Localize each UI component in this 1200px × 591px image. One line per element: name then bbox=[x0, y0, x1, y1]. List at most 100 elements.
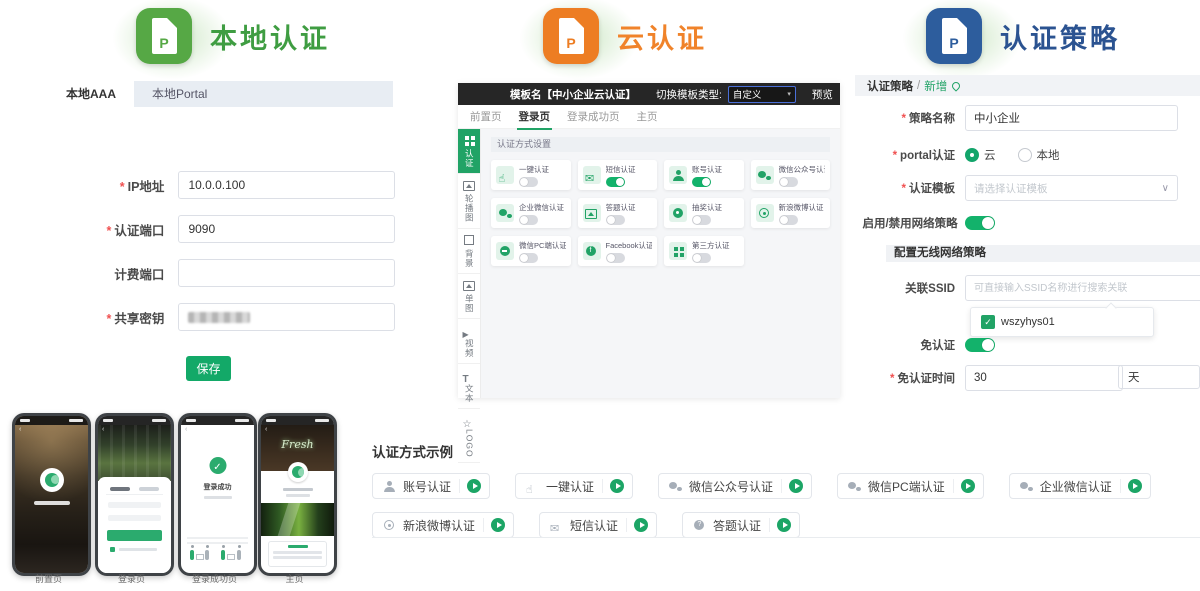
form-field-row: *IP地址 10.0.0.100 bbox=[35, 172, 395, 198]
auth-method-toggle[interactable] bbox=[692, 253, 711, 263]
divider bbox=[602, 479, 603, 493]
auth-example-icon bbox=[383, 480, 396, 493]
auth-example-icon bbox=[383, 519, 396, 532]
auth-method-icon-tile bbox=[583, 166, 601, 184]
auth-example-button[interactable]: 企业微信认证 bbox=[1009, 473, 1151, 499]
login-input-placeholder bbox=[108, 502, 161, 508]
switch-type-label: 切换模板类型: bbox=[656, 87, 722, 102]
auth-method-label: 第三方认证 bbox=[692, 240, 730, 251]
auth-example-button[interactable]: 新浪微博认证 bbox=[372, 512, 514, 538]
auth-template-select[interactable]: 请选择认证模板 ∨ bbox=[965, 175, 1178, 201]
auth-method-icon bbox=[672, 245, 685, 258]
phone-label: 前置页 bbox=[9, 572, 88, 585]
local-tab[interactable]: 本地Portal bbox=[134, 81, 225, 107]
auth-method-icon-tile bbox=[756, 204, 774, 222]
radio-option[interactable]: 云 bbox=[965, 147, 996, 163]
auth-method-toggle[interactable] bbox=[692, 215, 711, 225]
text-input[interactable]: 10.0.0.100 bbox=[178, 171, 395, 199]
editor-sidebar-item[interactable]: 文本 bbox=[458, 364, 480, 409]
policy-name-row: *策略名称 bbox=[855, 105, 1178, 131]
play-icon[interactable] bbox=[610, 479, 624, 493]
editor-sidebar-item[interactable]: 认证 bbox=[458, 129, 480, 174]
free-auth-toggle[interactable] bbox=[965, 338, 995, 352]
local-tabbar: 本地AAA本地Portal bbox=[48, 81, 393, 107]
editor-sidebar-item[interactable]: 视频 bbox=[458, 319, 480, 364]
sidebar-item-icon bbox=[463, 179, 476, 192]
radio-option[interactable]: 本地 bbox=[1018, 147, 1060, 163]
auth-example-button[interactable]: 答题认证 bbox=[682, 512, 800, 538]
success-subtext-placeholder bbox=[204, 496, 232, 499]
auth-method-label: 抽奖认证 bbox=[692, 202, 722, 213]
play-icon[interactable] bbox=[491, 518, 505, 532]
enable-policy-toggle[interactable] bbox=[965, 216, 995, 230]
editor-sidebar-item[interactable]: 单图 bbox=[458, 274, 480, 319]
play-icon[interactable] bbox=[789, 479, 803, 493]
auth-method-label: 微信公众号认证 bbox=[779, 164, 826, 175]
editor-tab[interactable]: 主页 bbox=[637, 109, 658, 124]
wireless-section-title: 配置无线网络策略 bbox=[886, 245, 1200, 262]
save-button[interactable]: 保存 bbox=[186, 356, 231, 381]
text-input[interactable] bbox=[178, 259, 395, 287]
radio-label: 云 bbox=[984, 147, 996, 163]
sidebar-item-icon bbox=[463, 279, 476, 292]
success-check-icon bbox=[209, 457, 226, 474]
template-name: 模板名【中小企业云认证】 bbox=[510, 87, 636, 102]
play-icon[interactable] bbox=[634, 518, 648, 532]
local-auth-header: P 本地认证 bbox=[136, 8, 330, 64]
radio-icon[interactable] bbox=[1018, 148, 1032, 162]
auth-example-label: 短信认证 bbox=[570, 517, 618, 534]
success-text: 登录成功 bbox=[181, 482, 254, 492]
auth-method-toggle[interactable] bbox=[606, 253, 625, 263]
sidebar-item-label: 认证 bbox=[465, 149, 474, 168]
auth-method-toggle[interactable] bbox=[519, 215, 538, 225]
policy-name-input[interactable] bbox=[965, 105, 1178, 131]
auth-method-label: 企业微信认证 bbox=[519, 202, 564, 213]
editor-tab[interactable]: 登录成功页 bbox=[567, 109, 620, 124]
cloud-auth-header: P 云认证 bbox=[543, 8, 707, 64]
back-arrow-icon: ‹ bbox=[19, 426, 21, 433]
auth-method-toggle[interactable] bbox=[692, 177, 711, 187]
text-input[interactable] bbox=[178, 303, 395, 331]
breadcrumb-root[interactable]: 认证策略 bbox=[867, 78, 913, 94]
play-icon[interactable] bbox=[467, 479, 481, 493]
free-time-label: 免认证时间 bbox=[898, 373, 956, 385]
auth-example-button[interactable]: 微信PC端认证 bbox=[837, 473, 984, 499]
play-icon[interactable] bbox=[1128, 479, 1142, 493]
auth-example-button[interactable]: 一键认证 bbox=[515, 473, 633, 499]
auth-method-toggle[interactable] bbox=[779, 177, 798, 187]
auth-method-toggle[interactable] bbox=[519, 253, 538, 263]
play-icon[interactable] bbox=[777, 518, 791, 532]
phone-mockup-login: ‹ bbox=[95, 413, 174, 576]
editor-tab[interactable]: 登录页 bbox=[519, 109, 551, 124]
text-input[interactable]: 9090 bbox=[178, 215, 395, 243]
auth-method-toggle[interactable] bbox=[779, 215, 798, 225]
cloud-auth-app-icon: P bbox=[543, 8, 599, 64]
preview-button[interactable]: 预览 bbox=[812, 87, 833, 102]
ssid-label: 关联SSID bbox=[905, 283, 955, 295]
document-icon: P bbox=[152, 18, 177, 54]
template-type-select[interactable]: 自定义 ▾ bbox=[728, 86, 796, 103]
local-tab[interactable]: 本地AAA bbox=[48, 81, 134, 107]
editor-tab[interactable]: 前置页 bbox=[470, 109, 502, 124]
play-icon[interactable] bbox=[961, 479, 975, 493]
auth-method-toggle[interactable] bbox=[606, 177, 625, 187]
ssid-checkbox[interactable] bbox=[981, 315, 995, 329]
portal-auth-row: *portal认证 云 本地 bbox=[855, 147, 1060, 163]
ssid-search-input[interactable] bbox=[965, 275, 1200, 301]
examples-list: 账号认证 一键认证 微信公众号认证 微信PC端认证 企业微信认证 新浪微博认证 … bbox=[372, 473, 1200, 538]
auth-example-button[interactable]: 微信公众号认证 bbox=[658, 473, 812, 499]
editor-sidebar-item[interactable]: 轮播图 bbox=[458, 174, 480, 229]
radio-icon[interactable] bbox=[965, 148, 979, 162]
free-time-input[interactable] bbox=[965, 365, 1123, 391]
ssid-option[interactable]: wszyhys01 bbox=[1001, 316, 1055, 328]
divider bbox=[483, 518, 484, 532]
auth-methods-section-title: 认证方式设置 bbox=[491, 137, 830, 152]
auth-example-button[interactable]: 账号认证 bbox=[372, 473, 490, 499]
auth-method-label: 答题认证 bbox=[606, 202, 636, 213]
editor-sidebar-item[interactable]: 背景 bbox=[458, 229, 480, 274]
template-type-value: 自定义 bbox=[733, 87, 762, 101]
auth-method-toggle[interactable] bbox=[519, 177, 538, 187]
auth-example-button[interactable]: 短信认证 bbox=[539, 512, 657, 538]
local-auth-title: 本地认证 bbox=[210, 17, 330, 56]
auth-method-toggle[interactable] bbox=[606, 215, 625, 225]
